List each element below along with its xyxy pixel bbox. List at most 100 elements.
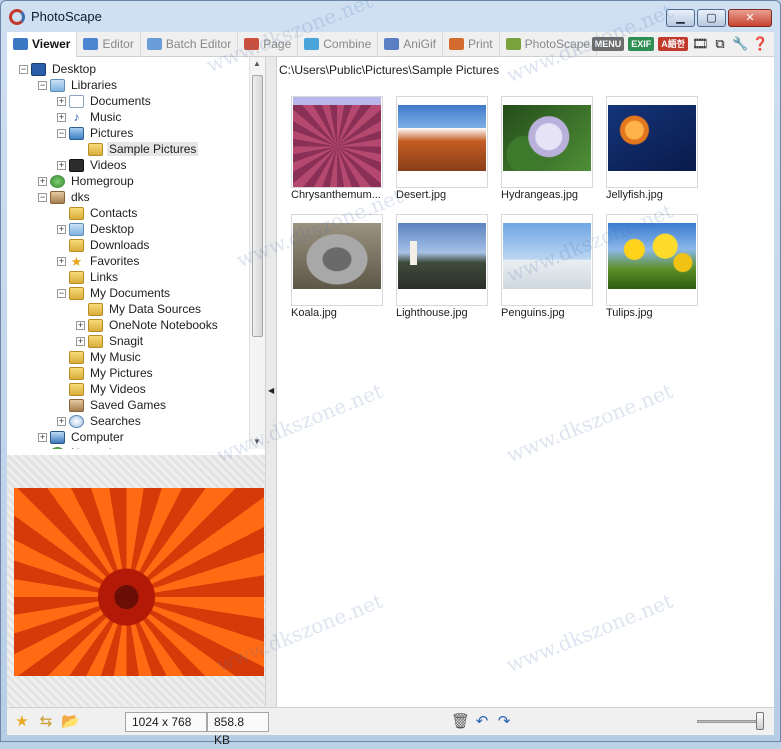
title-bar[interactable]: PhotoScape ▁ ▢ ✕ <box>1 1 780 32</box>
tab-label: Viewer <box>32 37 71 51</box>
collapse-arrow-icon[interactable]: ◀ <box>268 386 274 395</box>
open-folder-icon[interactable]: 📂 <box>61 713 80 731</box>
exif-button[interactable]: EXIF <box>628 37 655 51</box>
thumbnail-item[interactable]: Tulips.jpg <box>606 214 698 322</box>
minimize-button[interactable]: ▁ <box>666 9 695 27</box>
thumbnail-item[interactable]: Jellyfish.jpg <box>606 96 698 204</box>
tree-item[interactable]: + ♪ Music <box>57 109 123 125</box>
scrollbar-thumb[interactable] <box>252 75 263 337</box>
expand-icon[interactable]: + <box>57 112 66 122</box>
collapse-icon[interactable]: − <box>57 128 66 138</box>
tree-item[interactable]: My Music <box>57 349 143 365</box>
preview-panel <box>7 455 265 707</box>
tree-item[interactable]: Links <box>57 269 120 285</box>
collapse-icon[interactable]: − <box>57 288 66 298</box>
tree-item[interactable]: + Snagit <box>76 333 145 349</box>
thumbnail-size-slider[interactable] <box>697 720 763 723</box>
thumbnail-item[interactable]: Penguins.jpg <box>501 214 593 322</box>
expand-icon[interactable]: + <box>38 448 47 449</box>
thumbnail-panel: C:\Users\Public\Pictures\Sample Pictures… <box>277 57 774 707</box>
tree-item[interactable]: + OneNote Notebooks <box>76 317 220 333</box>
tree-item[interactable]: − Pictures <box>57 125 135 141</box>
collapse-icon[interactable]: − <box>38 192 47 202</box>
tree-item[interactable]: − Libraries <box>38 77 119 93</box>
tree-item[interactable]: + Videos <box>57 157 128 173</box>
tree-item[interactable]: My Data Sources <box>76 301 203 317</box>
combine-icon <box>304 38 320 50</box>
tree-item[interactable]: − My Documents <box>57 285 172 301</box>
thumbnail-item[interactable]: Koala.jpg <box>291 214 383 322</box>
tree-item[interactable]: My Videos <box>57 381 148 397</box>
tree-item[interactable]: + Network <box>38 445 117 449</box>
expand-icon[interactable]: + <box>57 224 66 234</box>
copy-icon[interactable]: ⧉ <box>712 36 728 52</box>
favorites-icon: ★ <box>70 253 83 269</box>
tab-combine[interactable]: Combine <box>298 31 379 57</box>
favorite-star-icon[interactable]: ★ <box>13 713 31 731</box>
collapse-icon[interactable]: − <box>38 80 47 90</box>
collapse-icon[interactable]: − <box>19 64 28 74</box>
scroll-up-arrow-icon[interactable]: ▲ <box>253 59 261 68</box>
pane-splitter[interactable]: ◀ <box>265 57 277 707</box>
thumbnail-image <box>503 105 591 171</box>
tree-item[interactable]: − dks <box>38 189 92 205</box>
tree-item[interactable]: + Documents <box>57 93 153 109</box>
expand-icon[interactable]: + <box>57 416 66 426</box>
tab-batch-editor[interactable]: Batch Editor <box>141 31 239 57</box>
expand-icon[interactable]: + <box>76 320 85 330</box>
tab-photoscape[interactable]: PhotoScape <box>500 31 598 57</box>
thumbnail-frame <box>396 214 488 306</box>
slider-thumb[interactable] <box>756 712 764 730</box>
folder-tree[interactable]: − Desktop − Libraries + Documents + ♪ Music − Pict… <box>7 57 255 449</box>
tree-item-label: Music <box>90 110 122 124</box>
desktop-icon <box>31 62 46 76</box>
tree-item[interactable]: + Desktop <box>57 221 136 237</box>
toolbar-right: MENU EXIF A語한 🎞 ⧉ 🔧 ❓ <box>591 36 768 52</box>
close-button[interactable]: ✕ <box>728 9 772 27</box>
expand-icon[interactable]: + <box>38 432 47 442</box>
tab-page[interactable]: Page <box>238 31 299 57</box>
tree-item[interactable]: + Homegroup <box>38 173 136 189</box>
tree-item[interactable]: − Desktop <box>19 61 98 77</box>
thumbnail-frame <box>396 96 488 188</box>
thumbnail-item[interactable]: Lighthouse.jpg <box>396 214 488 322</box>
expand-icon[interactable]: + <box>76 336 85 346</box>
language-button[interactable]: A語한 <box>658 37 688 51</box>
help-icon[interactable]: ❓ <box>752 36 768 52</box>
slideshow-icon[interactable]: 🎞 <box>692 36 709 52</box>
maximize-button[interactable]: ▢ <box>697 9 726 27</box>
menu-button[interactable]: MENU <box>591 37 625 51</box>
tree-scrollbar[interactable]: ▲ ▼ <box>249 57 265 449</box>
thumbnail-item[interactable]: Chrysanthemum... <box>291 96 383 204</box>
scroll-down-arrow-icon[interactable]: ▼ <box>253 437 261 446</box>
tree-item[interactable]: + Searches <box>57 413 143 429</box>
expand-icon[interactable]: + <box>57 160 66 170</box>
selected-image-preview <box>14 488 264 676</box>
tree-item[interactable]: Sample Pictures <box>76 141 199 157</box>
thumbnail-item[interactable]: Hydrangeas.jpg <box>501 96 593 204</box>
rotate-left-icon[interactable]: ↶ <box>473 713 491 731</box>
tab-viewer[interactable]: Viewer <box>7 31 78 57</box>
tree-item[interactable]: + Computer <box>38 429 126 445</box>
status-bar: ★ ⇆ 📂 1024 x 768 858.8 KB 🗑 ↶ ↷ <box>7 707 774 747</box>
expand-icon[interactable]: + <box>57 256 66 266</box>
thumbnail-frame <box>501 96 593 188</box>
tab-editor[interactable]: Editor <box>77 31 141 57</box>
tree-item[interactable]: + ★ Favorites <box>57 253 141 269</box>
thumbnail-caption: Tulips.jpg <box>606 307 653 319</box>
expand-icon[interactable]: + <box>57 96 66 106</box>
delete-trash-icon[interactable]: 🗑 <box>451 713 470 731</box>
thumbnail-item[interactable]: Desert.jpg <box>396 96 488 204</box>
settings-wrench-icon[interactable]: 🔧 <box>732 36 748 52</box>
tree-item[interactable]: My Pictures <box>57 365 155 381</box>
recent-folders-icon[interactable]: ⇆ <box>37 713 55 731</box>
tab-print[interactable]: Print <box>443 31 500 57</box>
rotate-right-icon[interactable]: ↷ <box>495 713 513 731</box>
tree-item[interactable]: Contacts <box>57 205 139 221</box>
tree-item[interactable]: Saved Games <box>57 397 168 413</box>
expand-icon[interactable]: + <box>38 176 47 186</box>
tree-item[interactable]: Downloads <box>57 237 151 253</box>
tab-anigif[interactable]: AniGif <box>378 31 443 57</box>
